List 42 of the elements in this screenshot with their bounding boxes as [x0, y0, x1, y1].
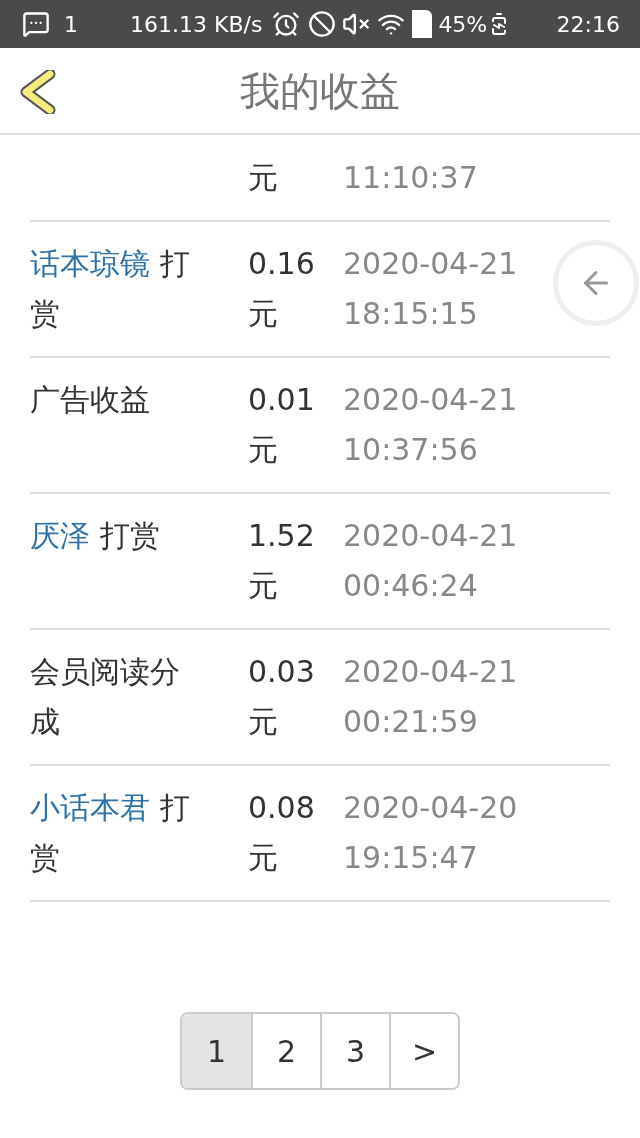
notification-count: 1 [64, 10, 78, 39]
record-date: 2020-04-21 [343, 245, 518, 283]
user-link[interactable]: 小话本君 [30, 790, 150, 825]
record-description: 小话本君 打赏 [30, 790, 190, 875]
record-date: 2020-04-21 [343, 381, 518, 419]
amount-unit: 元 [248, 703, 279, 741]
record-description: 广告收益 [30, 382, 150, 417]
record-description: 话本琼镜 打赏 [30, 246, 190, 331]
user-link[interactable]: 话本琼镜 [30, 246, 150, 281]
amount-unit: 元 [248, 567, 279, 605]
amount-unit: 元 [248, 159, 279, 197]
alarm-icon [272, 10, 301, 38]
record-time: 19:15:47 [343, 839, 479, 877]
record-time: 11:10:37 [343, 159, 478, 197]
amount-value: 0.16 [248, 245, 316, 283]
amount-value: 0.01 [248, 381, 316, 419]
network-speed: 161.13 KB/s [130, 10, 263, 39]
record-date: 2020-04-20 [343, 789, 518, 827]
message-icon [20, 10, 52, 38]
amount-unit: 元 [248, 839, 279, 877]
amount-value: 0.03 [248, 653, 316, 691]
blocked-icon [308, 10, 337, 38]
page-title: 我的收益 [240, 66, 400, 116]
record-description: 厌泽 打赏 [30, 518, 160, 553]
page-button[interactable]: 1 [182, 1014, 251, 1088]
record-description: 会员阅读分成 [30, 654, 180, 739]
record-time: 10:37:56 [343, 431, 479, 469]
record-time: 18:15:15 [343, 295, 479, 333]
clock: 22:16 [556, 10, 620, 39]
record-date: 2020-04-21 [343, 517, 518, 555]
battery-level: 45% [438, 10, 488, 39]
back-chevron-icon [18, 70, 58, 114]
user-link[interactable]: 厌泽 [30, 518, 90, 553]
record-time: 00:46:24 [343, 567, 479, 605]
page-button[interactable]: > [389, 1014, 458, 1088]
record-time: 00:21:59 [343, 703, 479, 741]
amount-value: 0.08 [248, 789, 316, 827]
amount-unit: 元 [248, 295, 279, 333]
amount-value: 1.52 [248, 517, 316, 555]
back-button[interactable] [18, 70, 58, 114]
record-date: 2020-04-21 [343, 653, 518, 691]
amount-unit: 元 [248, 431, 279, 469]
